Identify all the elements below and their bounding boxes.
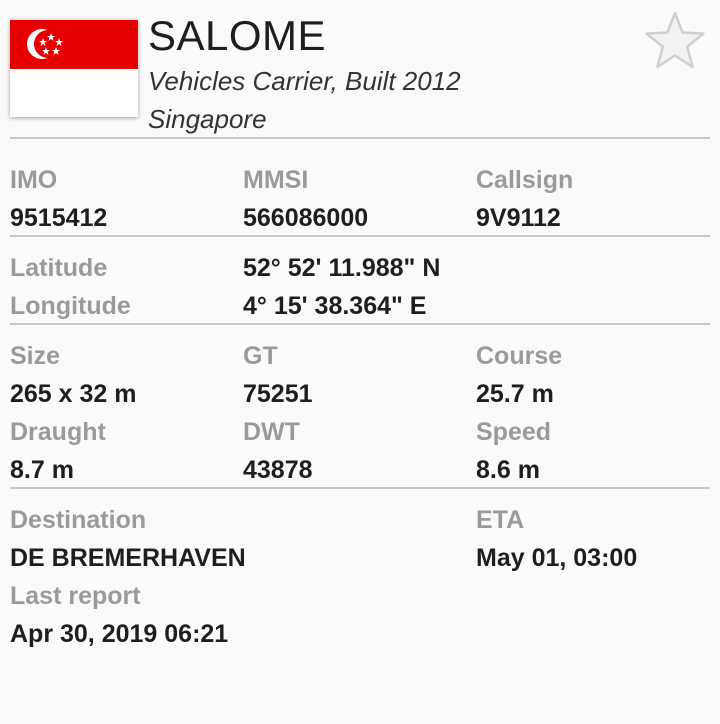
mmsi-value: 566086000 bbox=[243, 204, 369, 232]
divider bbox=[10, 137, 710, 139]
latitude-value: 52° 52' 11.988" N bbox=[243, 254, 441, 282]
star-outline-icon[interactable] bbox=[644, 10, 706, 72]
eta-value: May 01, 03:00 bbox=[476, 544, 638, 572]
draught-value: 8.7 m bbox=[10, 456, 74, 484]
singapore-flag-icon bbox=[10, 20, 138, 117]
divider bbox=[10, 323, 710, 325]
imo-value: 9515412 bbox=[10, 204, 108, 232]
imo-label: IMO bbox=[10, 166, 58, 194]
vessel-name: SALOME bbox=[148, 12, 327, 59]
divider bbox=[10, 487, 710, 489]
callsign-label: Callsign bbox=[476, 166, 574, 194]
vessel-header: SALOME Vehicles Carrier, Built 2012 Sing… bbox=[0, 0, 720, 138]
course-label: Course bbox=[476, 342, 563, 370]
draught-label: Draught bbox=[10, 418, 106, 446]
destination-value: DE BREMERHAVEN bbox=[10, 544, 246, 572]
size-value: 265 x 32 m bbox=[10, 380, 137, 408]
dwt-label: DWT bbox=[243, 418, 300, 446]
flag-white-band bbox=[10, 69, 138, 117]
callsign-value: 9V9112 bbox=[476, 204, 561, 232]
flag-crescent-stars-icon bbox=[27, 29, 63, 59]
mmsi-label: MMSI bbox=[243, 166, 309, 194]
destination-label: Destination bbox=[10, 506, 147, 534]
size-label: Size bbox=[10, 342, 61, 370]
gt-label: GT bbox=[243, 342, 278, 370]
longitude-label: Longitude bbox=[10, 292, 131, 320]
longitude-value: 4° 15' 38.364" E bbox=[243, 292, 427, 320]
speed-label: Speed bbox=[476, 418, 552, 446]
dwt-value: 43878 bbox=[243, 456, 313, 484]
vessel-type-built: Vehicles Carrier, Built 2012 bbox=[148, 66, 461, 96]
latitude-label: Latitude bbox=[10, 254, 108, 282]
last-report-value: Apr 30, 2019 06:21 bbox=[10, 620, 229, 648]
speed-value: 8.6 m bbox=[476, 456, 540, 484]
divider bbox=[10, 235, 710, 237]
course-value: 25.7 m bbox=[476, 380, 554, 408]
eta-label: ETA bbox=[476, 506, 525, 534]
gt-value: 75251 bbox=[243, 380, 313, 408]
last-report-label: Last report bbox=[10, 582, 141, 610]
flag-country: Singapore bbox=[148, 104, 267, 134]
